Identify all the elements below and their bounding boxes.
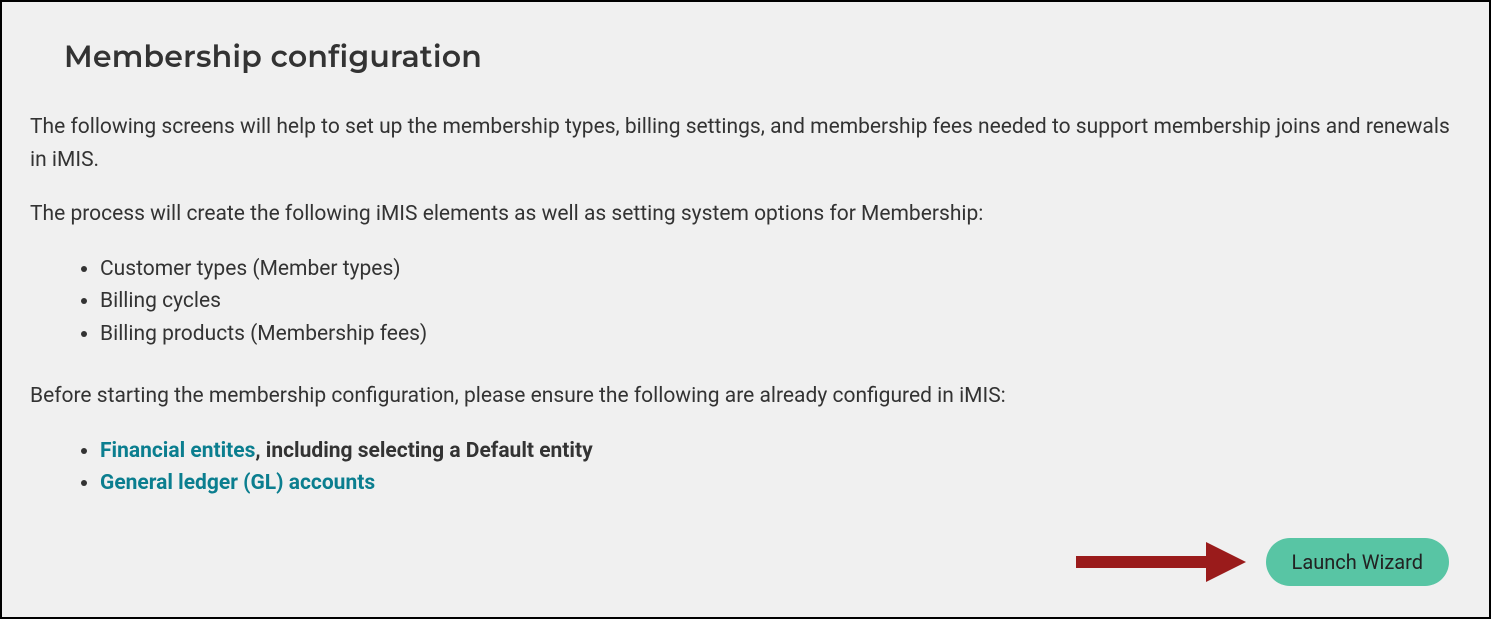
list-item: General ledger (GL) accounts xyxy=(100,467,1461,500)
prereq-lead: Before starting the membership configura… xyxy=(30,380,1461,413)
launch-wizard-button[interactable]: Launch Wizard xyxy=(1266,538,1449,586)
intro-paragraph-2: The process will create the following iM… xyxy=(30,198,1461,231)
intro-paragraph-1: The following screens will help to set u… xyxy=(30,111,1461,176)
list-item: Customer types (Member types) xyxy=(100,253,1461,286)
prereq-list: Financial entites, including selecting a… xyxy=(30,435,1461,500)
gl-accounts-link[interactable]: General ledger (GL) accounts xyxy=(100,471,375,495)
financial-entities-link[interactable]: Financial entites xyxy=(100,439,255,463)
list-item: Financial entites, including selecting a… xyxy=(100,435,1461,468)
action-row: Launch Wizard xyxy=(1071,532,1449,592)
prereq-suffix: , including selecting a Default entity xyxy=(255,439,592,463)
list-item: Billing cycles xyxy=(100,285,1461,318)
page-title: Membership configuration xyxy=(64,38,1461,75)
list-item: Billing products (Membership fees) xyxy=(100,318,1461,351)
elements-list: Customer types (Member types) Billing cy… xyxy=(30,253,1461,351)
membership-config-panel: Membership configuration The following s… xyxy=(0,0,1491,619)
arrow-right-icon xyxy=(1071,532,1246,592)
